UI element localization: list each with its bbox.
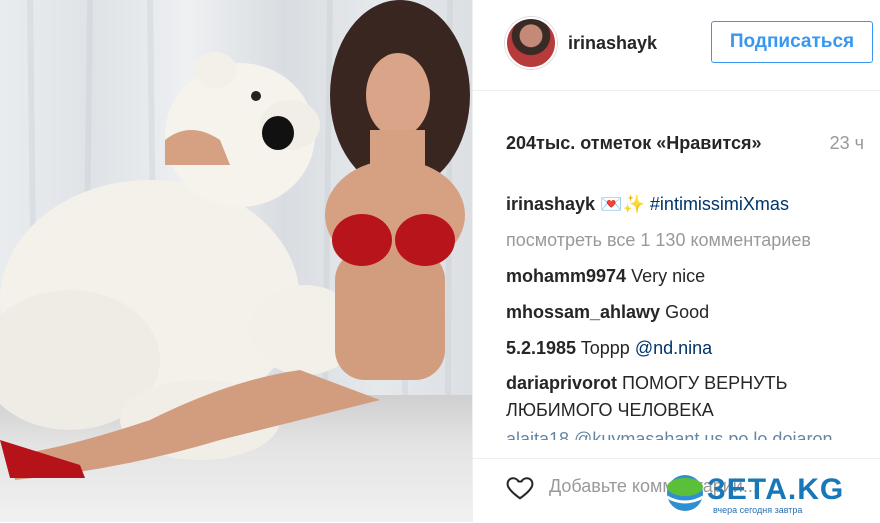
comment-username[interactable]: mhossam_ahlawy	[506, 302, 660, 322]
comment-text: Toppp	[580, 338, 630, 358]
view-all-comments-link[interactable]: посмотреть все 1 130 комментариев	[506, 222, 868, 258]
comment-username[interactable]: mohamm9974	[506, 266, 626, 286]
globe-logo-icon	[666, 475, 704, 511]
post-sidebar: irinashayk Подписаться 204тыс. отметок «…	[472, 0, 880, 522]
caption-username[interactable]: irinashayk	[506, 194, 595, 214]
comments-list: irinashayk 💌✨ #intimissimiXmas посмотрет…	[506, 186, 868, 440]
partial-comment: alaita18 @kuymasahant.us po lo doiaron	[506, 429, 833, 440]
list-item: 5.2.1985 Toppp @nd.nina	[506, 330, 868, 366]
heart-icon[interactable]	[505, 472, 535, 502]
post-photo[interactable]	[0, 0, 472, 522]
watermark-logo: ЗЕТА.KG вчера сегодня завтра	[663, 469, 873, 519]
comment-username[interactable]: 5.2.1985	[506, 338, 576, 358]
comment-text: Good	[665, 302, 710, 322]
watermark-tagline: вчера сегодня завтра	[713, 505, 803, 515]
watermark-text: ЗЕТА.KG	[707, 473, 845, 506]
post-footer: Добавьте комментарий... ЗЕТА.KG вчера се…	[473, 458, 880, 523]
likes-count[interactable]: 204тыс. отметок «Нравится»	[506, 133, 762, 154]
list-item: dariaprivorot ПОМОГУ ВЕРНУТЬ ЛЮБИМОГО ЧЕ…	[506, 366, 868, 424]
post-time[interactable]: 23 ч	[830, 133, 864, 154]
caption-emoji: 💌✨	[600, 194, 645, 214]
photo-illustration	[0, 0, 470, 480]
comment-mention[interactable]: @nd.nina	[635, 338, 712, 358]
avatar[interactable]	[505, 17, 557, 69]
follow-button[interactable]: Подписаться	[711, 21, 873, 63]
list-item: mohamm9974 Very nice	[506, 258, 868, 294]
author-username[interactable]: irinashayk	[568, 33, 657, 54]
caption-hashtag[interactable]: #intimissimiXmas	[650, 194, 789, 214]
comment-text: Very nice	[631, 266, 706, 286]
comment-username[interactable]: dariaprivorot	[506, 373, 617, 393]
list-item: mhossam_ahlawy Good	[506, 294, 868, 330]
post-header: irinashayk Подписаться	[473, 0, 880, 91]
caption: irinashayk 💌✨ #intimissimiXmas	[506, 186, 868, 222]
